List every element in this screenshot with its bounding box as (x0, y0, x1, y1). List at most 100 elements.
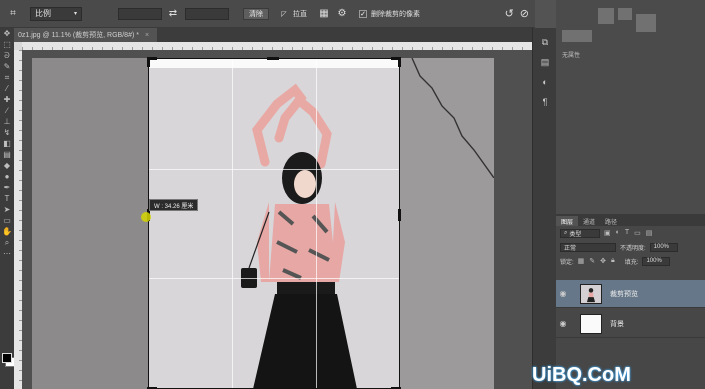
crop-handle-right[interactable] (398, 209, 401, 221)
blurred-content (598, 8, 614, 24)
delete-cropped-label: 删除裁剪的像素 (371, 10, 420, 18)
panel-icon-dock: ⧉ ▤ ◐ ¶ (532, 28, 558, 389)
settings-gear-icon[interactable]: ⚙ (335, 7, 349, 21)
marquee-tool-icon[interactable]: ⬚ (0, 39, 14, 50)
path-select-tool-icon[interactable]: ➤ (0, 204, 14, 215)
blur-tool-icon[interactable]: ◆ (0, 160, 14, 171)
layer-name: 裁剪预览 (610, 290, 638, 298)
tab-paths[interactable]: 路径 (600, 216, 622, 226)
crop-handle-top-left[interactable] (147, 57, 150, 67)
straighten-icon[interactable]: ◸ (277, 7, 291, 21)
eyedropper-tool-icon[interactable]: ⁄ (0, 83, 14, 94)
shape-filter-icon[interactable]: ▭ (634, 229, 641, 237)
fill-label: 填充: (624, 259, 639, 266)
crop-tool-icon[interactable]: ⌗ (6, 7, 20, 21)
tab-layers[interactable]: 图层 (556, 216, 579, 226)
blurred-content (636, 14, 656, 32)
lasso-tool-icon[interactable]: ᘐ (0, 50, 14, 61)
cancel-icon[interactable]: ⊘ (520, 7, 529, 20)
opacity-field[interactable]: 100% (649, 242, 678, 252)
layer-name: 背景 (610, 320, 624, 328)
foreground-color-swatch[interactable] (2, 353, 12, 363)
fill-value: 100% (646, 258, 662, 264)
eye-icon[interactable]: ◉ (556, 289, 570, 298)
cursor-highlight (141, 212, 151, 222)
properties-panel (556, 0, 705, 214)
lock-row: 锁定: ▦ ✎ ✥ 🔒︎ 填充: 100% (556, 254, 705, 268)
properties-panel-icon[interactable]: ▤ (533, 52, 557, 72)
eraser-tool-icon[interactable]: ◧ (0, 138, 14, 149)
straighten-button[interactable]: 拉直 (293, 9, 307, 19)
stamp-tool-icon[interactable]: ⊥ (0, 116, 14, 127)
blend-row: 正常 不透明度: 100% (556, 240, 705, 254)
crop-handle-top-right[interactable] (398, 57, 401, 67)
crop-bounding-box[interactable] (147, 57, 401, 389)
crop-preset-dropdown[interactable]: 比例 ▾ (30, 6, 82, 21)
type-filter-icon[interactable]: T (625, 229, 629, 237)
document-tab[interactable]: 0z1.jpg @ 11.1% (裁剪预览, RGB/8#) * × (14, 28, 158, 42)
adjustment-filter-icon[interactable]: ◐ (616, 229, 620, 237)
lock-pixels-icon[interactable]: ▦ (578, 257, 585, 265)
pen-tool-icon[interactable]: ✒ (0, 182, 14, 193)
dodge-tool-icon[interactable]: ● (0, 171, 14, 182)
history-panel-icon[interactable]: ⧉ (533, 32, 557, 52)
layer-row[interactable]: ◉ 裁剪预览 (556, 280, 705, 308)
crop-handle-top[interactable] (267, 57, 279, 60)
tab-channels[interactable]: 通道 (578, 216, 600, 226)
layer-thumbnail (580, 313, 602, 334)
grid-overlay-icon[interactable]: ▦ (317, 7, 331, 21)
layer-filter-dropdown[interactable]: ⌕ 类型 (560, 228, 600, 238)
reset-icon[interactable]: ↺ (505, 7, 514, 20)
lock-position-icon[interactable]: ✥ (600, 257, 606, 265)
properties-header: 无属性 (562, 53, 581, 59)
fill-field[interactable]: 100% (642, 256, 671, 266)
healing-tool-icon[interactable]: ✚ (0, 94, 14, 105)
smart-object-filter-icon[interactable]: ▤ (646, 229, 653, 237)
crop-grid-line (149, 168, 399, 170)
lock-label: 锁定: (560, 259, 574, 266)
layer-thumbnail-image (586, 287, 596, 302)
canvas-area[interactable]: W : 34.26 厘米 (22, 50, 532, 389)
crop-grid-line (315, 59, 317, 388)
options-bar: ⌗ 比例 ▾ ⇄ 清除 ◸ 拉直 ▦ ⚙ ✓ 删除裁剪的像素 ↺ ⊘ (0, 0, 535, 28)
layers-panel: 图层 通道 路径 ⌕ 类型 ▣ ◐ T ▭ ▤ 正常 不透明度: 100% 锁定… (556, 214, 705, 389)
layer-row[interactable]: ◉ 背景 (556, 310, 705, 338)
gradient-tool-icon[interactable]: ▤ (0, 149, 14, 160)
quick-select-tool-icon[interactable]: ✎ (0, 61, 14, 72)
brush-tool-icon[interactable]: ∕ (0, 105, 14, 116)
adjustments-panel-icon[interactable]: ◐ (533, 72, 557, 92)
eye-icon[interactable]: ◉ (556, 319, 570, 328)
crop-grid-line (232, 59, 234, 388)
lock-all-icon[interactable]: 🔒︎ (611, 257, 615, 265)
move-tool-icon[interactable]: ✥ (0, 28, 14, 39)
shape-tool-icon[interactable]: ▭ (0, 215, 14, 226)
crop-tool-icon[interactable]: ⌗ (0, 72, 14, 83)
blurred-content (618, 8, 632, 20)
crop-width-field[interactable] (118, 7, 162, 20)
layer-thumbnail (580, 283, 602, 304)
close-icon[interactable]: × (145, 32, 149, 39)
chevron-down-icon: ▾ (73, 11, 77, 17)
blend-mode-dropdown[interactable]: 正常 (560, 242, 616, 252)
opacity-label: 不透明度: (620, 245, 646, 252)
blend-mode-value: 正常 (564, 245, 577, 252)
swap-icon[interactable]: ⇄ (166, 7, 180, 21)
lock-image-icon[interactable]: ✎ (589, 257, 595, 265)
crop-height-field[interactable] (185, 7, 229, 20)
history-brush-icon[interactable]: ↯ (0, 127, 14, 138)
layer-filter-icons: ▣ ◐ T ▭ ▤ (604, 229, 652, 237)
hand-tool-icon[interactable]: ✋ (0, 226, 14, 237)
edit-toolbar-icon[interactable]: ⋯ (0, 248, 14, 259)
cropped-left-area (32, 58, 148, 389)
document-tab-strip: 0z1.jpg @ 11.1% (裁剪预览, RGB/8#) * × (14, 28, 532, 42)
blurred-content (562, 30, 592, 42)
zoom-tool-icon[interactable]: ⌕ (0, 237, 14, 248)
crop-grid-line (149, 278, 399, 280)
pixel-filter-icon[interactable]: ▣ (604, 229, 611, 237)
paragraph-panel-icon[interactable]: ¶ (533, 92, 557, 112)
delete-cropped-checkbox[interactable]: ✓ (359, 9, 367, 18)
clear-button[interactable]: 清除 (243, 7, 269, 20)
opacity-value: 100% (653, 244, 670, 250)
type-tool-icon[interactable]: T (0, 193, 14, 204)
layer-filter-row: ⌕ 类型 ▣ ◐ T ▭ ▤ (556, 226, 705, 240)
